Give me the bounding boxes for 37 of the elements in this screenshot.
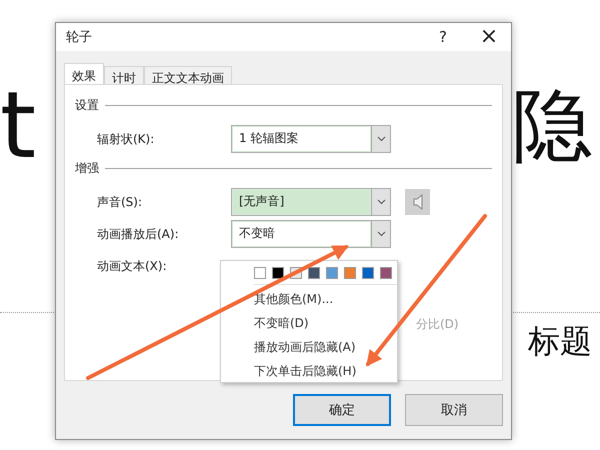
field-label: 动画播放后(A): — [97, 226, 180, 242]
color-swatch[interactable] — [326, 267, 338, 279]
color-swatch[interactable] — [380, 267, 392, 279]
color-swatch[interactable] — [272, 267, 284, 279]
tab[interactable]: 计时 — [104, 66, 144, 84]
menu-item[interactable]: 其他颜色(M)... — [221, 287, 397, 311]
field-label: 动画文本(X): — [97, 258, 168, 274]
color-swatch[interactable] — [308, 267, 320, 279]
disabled-option-text: 分比(D) — [416, 316, 459, 333]
chevron-down-icon — [376, 136, 386, 142]
menu-item[interactable]: 不变暗(D) — [221, 311, 397, 335]
color-swatch[interactable] — [254, 267, 266, 279]
dialog-button[interactable]: 取消 — [405, 394, 503, 426]
speaker-button[interactable] — [405, 189, 430, 215]
chevron-down-icon — [376, 199, 386, 205]
close-button[interactable]: × — [477, 26, 501, 48]
menu-item[interactable]: 播放动画后隐藏(A) — [221, 335, 397, 359]
tab[interactable]: 正文文本动画 — [144, 66, 232, 84]
slide-title-text: 隐 — [512, 86, 592, 166]
menu-item[interactable]: 下次单击后隐藏(H) — [221, 359, 397, 383]
window-title: 轮子 — [66, 29, 92, 46]
group-heading: 增强 — [75, 160, 99, 177]
dropdown-field[interactable]: 不变暗 — [231, 220, 391, 248]
dropdown-field[interactable]: 1 轮辐图案 — [231, 125, 391, 153]
field-label: 声音(S): — [97, 194, 144, 210]
color-swatch[interactable] — [362, 267, 374, 279]
dropdown-field[interactable]: [无声音] — [231, 188, 391, 216]
color-swatch[interactable] — [344, 267, 356, 279]
chevron-down-icon — [376, 231, 386, 237]
field-label: 辐射状(K): — [97, 130, 156, 148]
dialog-button[interactable]: 确定 — [293, 394, 391, 426]
slide-subtitle-text: 标题 — [528, 321, 592, 362]
help-button[interactable]: ? — [431, 28, 455, 46]
slide-title-text: t — [0, 80, 36, 172]
speaker-icon — [412, 194, 422, 210]
group-heading: 设置 — [75, 97, 99, 114]
tab[interactable]: 效果 — [64, 63, 104, 84]
